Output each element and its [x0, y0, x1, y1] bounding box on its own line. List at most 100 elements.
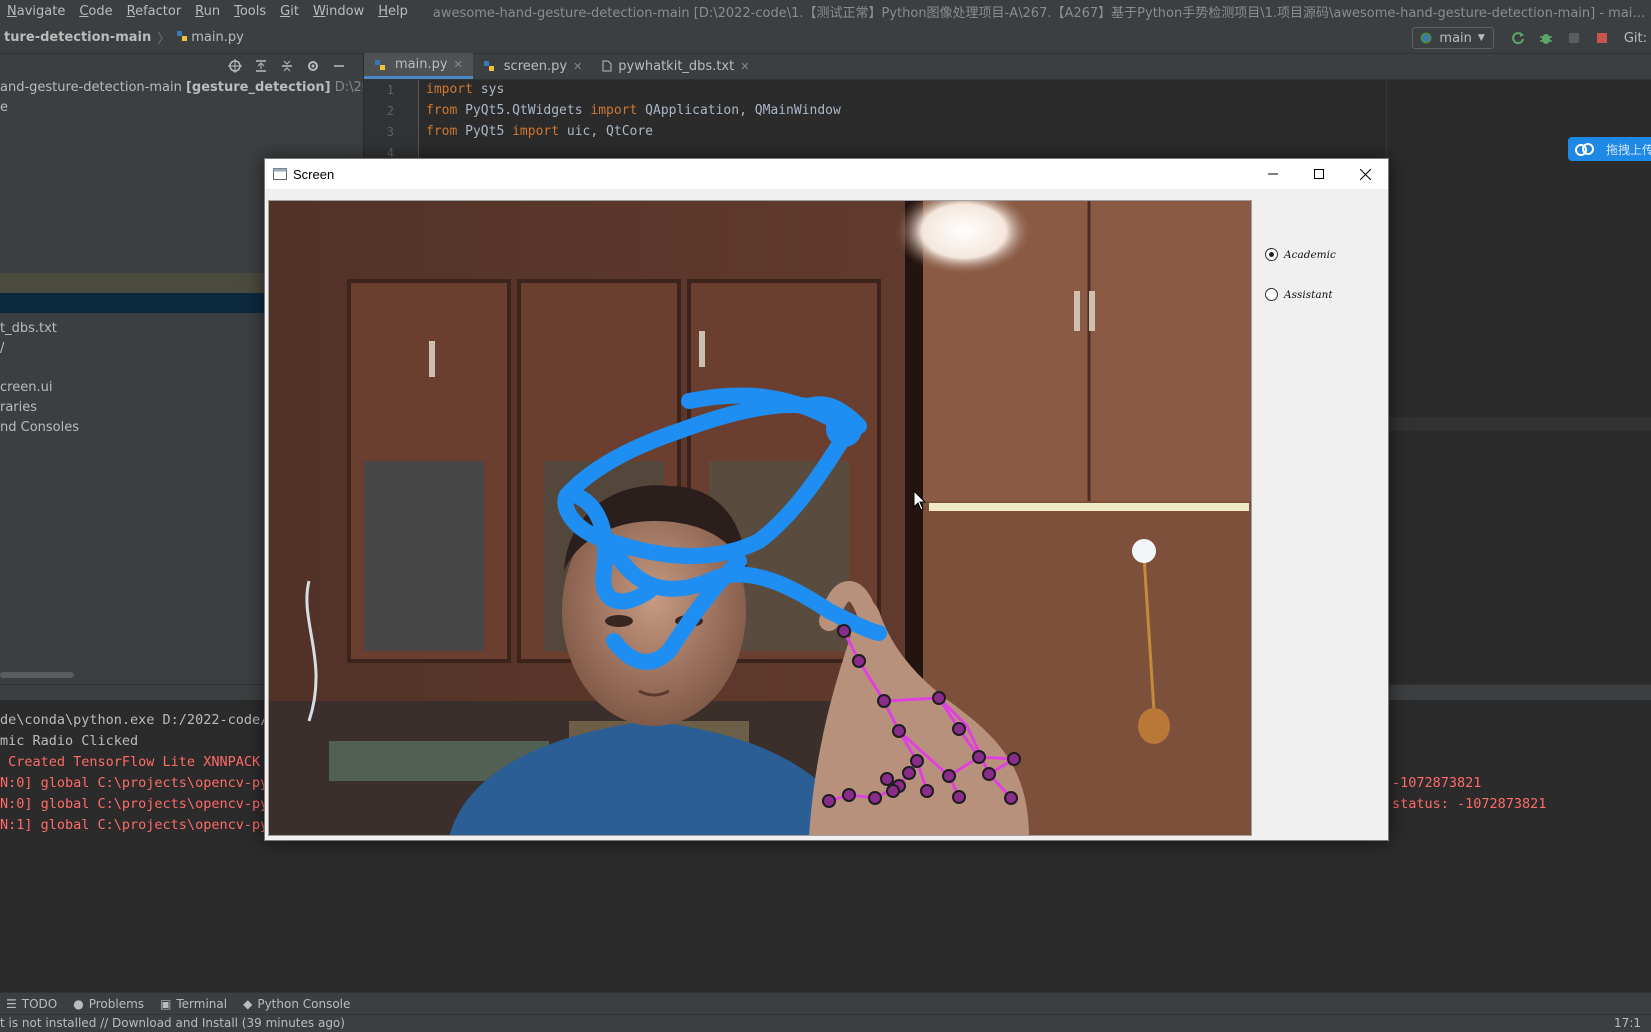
- run-config-label: main: [1439, 30, 1472, 46]
- code-keyword: from: [426, 103, 458, 118]
- info-icon: ●: [73, 996, 84, 1011]
- screen-window: Screen Academic Assistant: [264, 158, 1389, 841]
- upload-badge-label: 拖拽上传: [1606, 142, 1651, 157]
- console-line: N:1] global C:\projects\opencv-py: [0, 817, 269, 833]
- breadcrumb-separator: 〉: [157, 32, 171, 47]
- console-line-fragment: -1072873821: [1392, 775, 1482, 791]
- radio-indicator[interactable]: [1265, 248, 1278, 261]
- code-line: from PyQt5.QtWidgets import QApplication…: [426, 101, 841, 121]
- tab-pywhatkit-dbs[interactable]: pywhatkit_dbs.txt ✕: [592, 53, 759, 79]
- menu-git[interactable]: Git: [273, 4, 306, 19]
- breadcrumb-project[interactable]: ture-detection-main: [0, 30, 155, 45]
- tab-label: main.py: [395, 57, 448, 72]
- run-config-select[interactable]: main ▼: [1412, 27, 1494, 49]
- tool-windows-bar: ☰ TODO ● Problems ▣ Terminal ◆ Python Consol…: [0, 992, 1651, 1014]
- tree-root[interactable]: and-gesture-detection-main [gesture_dete…: [0, 78, 363, 98]
- close-button[interactable]: [1342, 159, 1388, 189]
- terminal-tab[interactable]: ▣ Terminal: [160, 997, 227, 1011]
- assistant-radio[interactable]: Assistant: [1265, 288, 1333, 301]
- cursor-position[interactable]: 17:1: [1614, 1016, 1641, 1030]
- tab-label: pywhatkit_dbs.txt: [618, 58, 735, 74]
- menu-tools[interactable]: Tools: [227, 4, 273, 19]
- locate-icon[interactable]: [228, 59, 242, 73]
- code-text: sys: [472, 82, 505, 97]
- line-number: 3: [386, 125, 394, 139]
- tab-screen-py[interactable]: screen.py ✕: [473, 53, 593, 79]
- code-line: from PyQt5 import uic, QtCore: [426, 122, 653, 142]
- collapse-all-icon[interactable]: [280, 59, 294, 73]
- assistant-radio-label: Assistant: [1284, 288, 1333, 301]
- window-title-label: Screen: [293, 166, 335, 182]
- mode-panel: Academic Assistant: [1257, 189, 1388, 840]
- academic-radio[interactable]: Academic: [1265, 248, 1336, 261]
- stop-icon[interactable]: [1594, 30, 1610, 46]
- horizontal-scrollbar[interactable]: [0, 672, 74, 678]
- tab-main-py[interactable]: main.py ✕: [364, 53, 473, 79]
- gear-icon[interactable]: [306, 59, 320, 73]
- code-keyword: import: [512, 124, 560, 139]
- text-file-icon: [602, 60, 612, 72]
- status-bar: t is not installed // Download and Insta…: [0, 1014, 1651, 1032]
- code-text: PyQt5.QtWidgets: [457, 103, 591, 118]
- code-keyword: import: [426, 82, 473, 97]
- code-text: uic, QtCore: [559, 124, 653, 139]
- expand-all-icon[interactable]: [254, 59, 268, 73]
- menu-code[interactable]: Code: [72, 4, 119, 19]
- line-number: 1: [386, 83, 394, 97]
- python-console-label: Python Console: [257, 996, 351, 1011]
- code-text: QApplication, QMainWindow: [637, 103, 841, 118]
- tree-item[interactable]: e: [0, 98, 363, 118]
- close-icon[interactable]: ✕: [573, 60, 582, 73]
- python-console-icon: ◆: [243, 996, 253, 1011]
- menu-window[interactable]: Window: [306, 4, 371, 19]
- menu-navigate[interactable]: Navigate: [0, 4, 72, 19]
- window-titlebar[interactable]: Screen: [265, 159, 1388, 189]
- python-config-icon: [1420, 32, 1432, 44]
- chevron-down-icon: ▼: [1477, 33, 1485, 43]
- maximize-button[interactable]: [1296, 159, 1342, 189]
- console-line: Created TensorFlow Lite XNNPACK: [0, 754, 261, 770]
- maximize-icon: [1314, 169, 1324, 179]
- console-line: N:0] global C:\projects\opencv-py: [0, 775, 269, 791]
- line-number: 2: [386, 104, 394, 118]
- python-file-icon: [483, 61, 494, 71]
- camera-frame-image: [269, 201, 1251, 835]
- cloud-icon: [1575, 143, 1594, 156]
- menu-bar: Navigate Code Refactor Run Tools Git Win…: [0, 0, 1651, 22]
- rerun-icon[interactable]: [1510, 30, 1526, 46]
- toolbar-right: main ▼ Git:: [1412, 26, 1651, 50]
- python-console-tab[interactable]: ◆ Python Console: [243, 997, 350, 1011]
- radio-indicator[interactable]: [1265, 288, 1278, 301]
- python-file-icon: [375, 59, 385, 70]
- tree-root-module: [gesture_detection]: [185, 80, 331, 95]
- profile-icon[interactable]: [1566, 30, 1582, 46]
- console-line: mic Radio Clicked: [0, 733, 139, 749]
- app-window-icon: [273, 168, 287, 180]
- breadcrumb-file[interactable]: main.py: [172, 30, 248, 45]
- close-icon[interactable]: ✕: [740, 60, 749, 73]
- close-icon[interactable]: ✕: [454, 58, 463, 71]
- python-file-icon: [177, 31, 188, 41]
- debug-icon[interactable]: [1538, 30, 1554, 46]
- menu-help[interactable]: Help: [371, 4, 415, 19]
- menu-refactor[interactable]: Refactor: [120, 4, 189, 19]
- tab-label: screen.py: [503, 58, 568, 74]
- terminal-icon: ▣: [160, 996, 172, 1011]
- git-label[interactable]: Git:: [1624, 31, 1647, 46]
- academic-radio-label: Academic: [1284, 248, 1336, 261]
- problems-label: Problems: [88, 996, 145, 1011]
- console-line: N:0] global C:\projects\opencv-py: [0, 796, 269, 812]
- minimize-button[interactable]: [1250, 159, 1296, 189]
- upload-badge[interactable]: 拖拽上传: [1568, 137, 1651, 161]
- problems-tab[interactable]: ● Problems: [73, 997, 144, 1011]
- console-line-fragment: status: -1072873821: [1392, 796, 1547, 812]
- hide-panel-icon[interactable]: [332, 59, 346, 73]
- todo-tab[interactable]: ☰ TODO: [6, 997, 57, 1011]
- code-text: PyQt5: [457, 124, 513, 139]
- breadcrumb-file-label: main.py: [191, 30, 244, 45]
- code-keyword: import: [590, 103, 638, 118]
- terminal-label: Terminal: [176, 996, 228, 1011]
- menu-run[interactable]: Run: [188, 4, 227, 19]
- status-message[interactable]: t is not installed // Download and Insta…: [0, 1016, 345, 1030]
- project-toolbar: [228, 54, 346, 78]
